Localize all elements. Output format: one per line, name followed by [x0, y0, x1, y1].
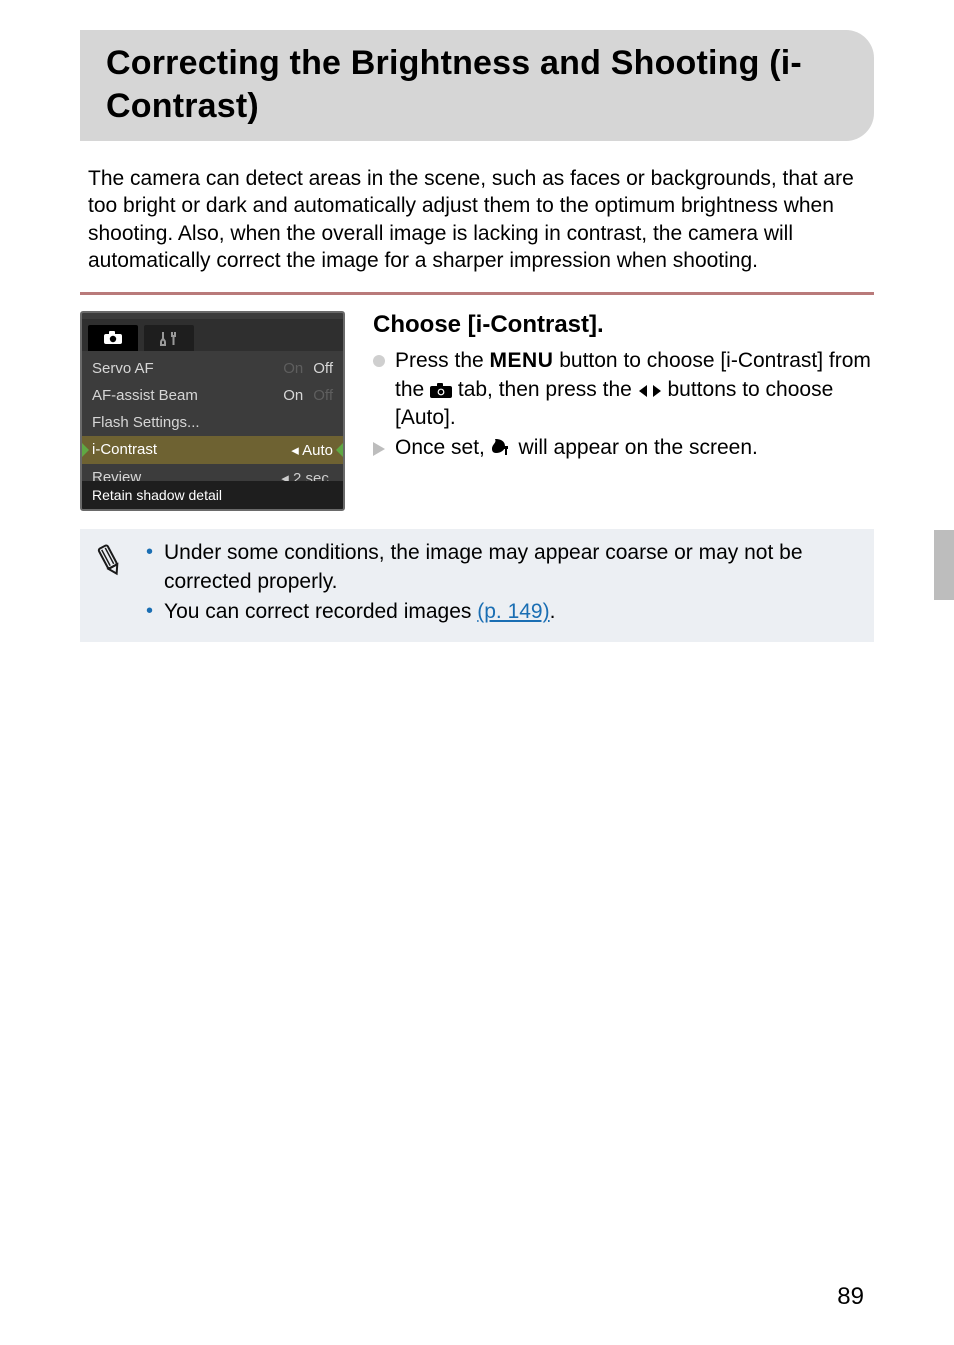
section-heading: Correcting the Brightness and Shooting (… — [80, 30, 874, 141]
step-text: Once set, — [395, 436, 491, 459]
note-text: . — [550, 600, 556, 623]
menu-value-on: On — [283, 387, 303, 404]
menu-row-flash-settings: Flash Settings... — [90, 409, 335, 436]
camera-menu-tabs — [82, 319, 343, 351]
left-right-buttons-icon — [638, 383, 662, 399]
chapter-side-tab — [934, 530, 954, 600]
divider — [80, 292, 874, 295]
note-text: Under some conditions, the image may app… — [164, 541, 803, 592]
step-text: tab, then press the — [452, 378, 638, 401]
triangle-bullet-icon — [373, 442, 385, 456]
note-text: You can correct recorded images — [164, 600, 477, 623]
icontrast-status-icon — [491, 437, 513, 457]
step-result: Once set, will appear on the screen. — [373, 434, 874, 462]
menu-value-off: Off — [313, 387, 333, 404]
menu-row-label: AF-assist Beam — [92, 387, 198, 404]
pencil-note-icon — [94, 541, 126, 577]
note-item: Under some conditions, the image may app… — [146, 539, 860, 596]
menu-row-af-assist: AF-assist Beam On Off — [90, 382, 335, 409]
page-reference-link[interactable]: (p. 149) — [477, 600, 549, 623]
step-text: will appear on the screen. — [513, 436, 758, 459]
page-title: Correcting the Brightness and Shooting (… — [106, 42, 852, 127]
note-item: You can correct recorded images (p. 149)… — [146, 598, 860, 626]
menu-button-label: MENU — [490, 349, 554, 372]
camera-menu-screenshot: Servo AF On Off AF-assist Beam On Off Fl… — [80, 311, 345, 511]
step-heading: Choose [i-Contrast]. — [373, 311, 874, 339]
menu-row-icontrast-selected: i-Contrast ◂ Auto — [82, 436, 343, 464]
menu-row-value: ◂ Auto — [291, 441, 333, 459]
bullet-icon — [373, 355, 385, 367]
menu-footer-hint: Retain shadow detail — [82, 481, 343, 509]
tools-icon — [160, 330, 178, 346]
camera-icon — [103, 331, 123, 345]
menu-value-on: On — [283, 360, 303, 377]
menu-row-servo-af: Servo AF On Off — [90, 355, 335, 382]
step-instruction-1: Press the MENU button to choose [i-Contr… — [373, 347, 874, 432]
camera-tab-tools — [144, 325, 194, 351]
camera-tab-shooting — [88, 325, 138, 351]
page-number: 89 — [837, 1283, 864, 1311]
right-arrow-icon — [336, 442, 344, 458]
menu-row-label: i-Contrast — [92, 441, 157, 459]
left-arrow-icon — [81, 442, 89, 458]
menu-row-label: Flash Settings... — [92, 414, 200, 431]
note-box: Under some conditions, the image may app… — [80, 529, 874, 642]
menu-value-off: Off — [313, 360, 333, 377]
camera-tab-icon — [430, 383, 452, 399]
intro-paragraph: The camera can detect areas in the scene… — [88, 165, 866, 274]
step-text: Press the — [395, 349, 490, 372]
menu-row-label: Servo AF — [92, 360, 154, 377]
